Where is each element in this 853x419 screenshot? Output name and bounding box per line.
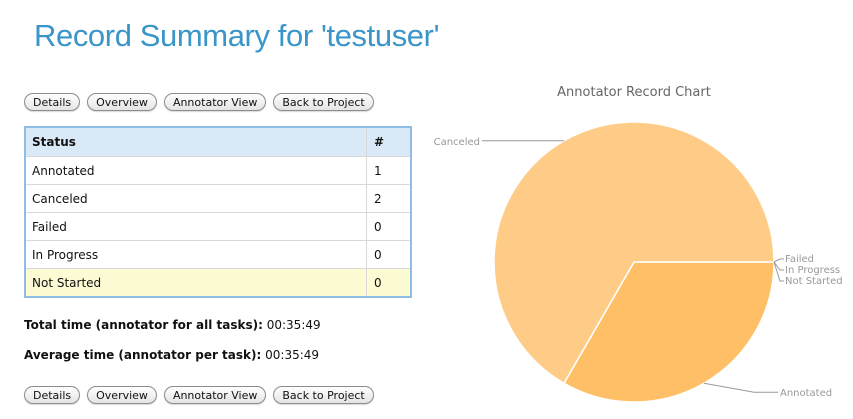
top-button-row: Details Overview Annotator View Back to … — [24, 93, 374, 111]
pie-label-canceled: Canceled — [434, 137, 480, 148]
total-time-label: Total time (annotator for all tasks): — [24, 318, 263, 332]
status-table-header: Status # — [26, 128, 410, 157]
pie-label-annotated: Annotated — [780, 388, 832, 399]
status-count: 1 — [374, 163, 382, 178]
status-count: 0 — [374, 219, 382, 234]
label-leader-line — [703, 382, 778, 393]
table-row: Annotated 1 — [26, 157, 410, 185]
annotator-view-button[interactable]: Annotator View — [163, 386, 267, 404]
pie-label-not-started: Not Started — [785, 276, 843, 287]
status-count: 2 — [374, 191, 382, 206]
status-name: Failed — [26, 213, 367, 240]
page-title: Record Summary for 'testuser' — [34, 18, 440, 53]
label-leader-line — [773, 261, 784, 282]
status-name: In Progress — [26, 241, 367, 268]
overview-button[interactable]: Overview — [87, 93, 157, 111]
overview-button[interactable]: Overview — [87, 386, 157, 404]
status-column-header: Status — [26, 128, 367, 156]
pie-slices — [493, 121, 775, 403]
total-time-stat: Total time (annotator for all tasks): 00… — [24, 318, 321, 332]
status-name: Annotated — [26, 157, 367, 184]
annotator-record-pie-chart: Annotator Record Chart Canceled Annotated… — [434, 85, 843, 403]
total-time-value: 00:35:49 — [266, 318, 321, 332]
label-leader-line — [773, 258, 784, 263]
chart-title: Annotator Record Chart — [557, 85, 711, 100]
average-time-label: Average time (annotator per task): — [24, 348, 262, 362]
back-to-project-button[interactable]: Back to Project — [273, 386, 374, 404]
status-name: Canceled — [26, 185, 367, 212]
details-button[interactable]: Details — [24, 93, 81, 111]
back-to-project-button[interactable]: Back to Project — [273, 93, 374, 111]
pie-label-in-progress: In Progress — [785, 265, 840, 276]
table-row: In Progress 0 — [26, 241, 410, 269]
annotator-view-button[interactable]: Annotator View — [163, 93, 267, 111]
average-time-value: 00:35:49 — [265, 348, 320, 362]
pie-label-failed: Failed — [785, 254, 814, 265]
status-name: Not Started — [26, 269, 367, 296]
table-row: Canceled 2 — [26, 185, 410, 213]
status-count: 0 — [374, 247, 382, 262]
status-count: 0 — [374, 275, 382, 290]
table-row: Not Started 0 — [26, 269, 410, 296]
count-column-header: # — [374, 135, 385, 149]
details-button[interactable]: Details — [24, 386, 81, 404]
table-row: Failed 0 — [26, 213, 410, 241]
status-table: Status # Annotated 1 Canceled 2 Failed 0… — [24, 126, 412, 298]
bottom-button-row: Details Overview Annotator View Back to … — [24, 386, 374, 404]
average-time-stat: Average time (annotator per task): 00:35… — [24, 348, 319, 362]
